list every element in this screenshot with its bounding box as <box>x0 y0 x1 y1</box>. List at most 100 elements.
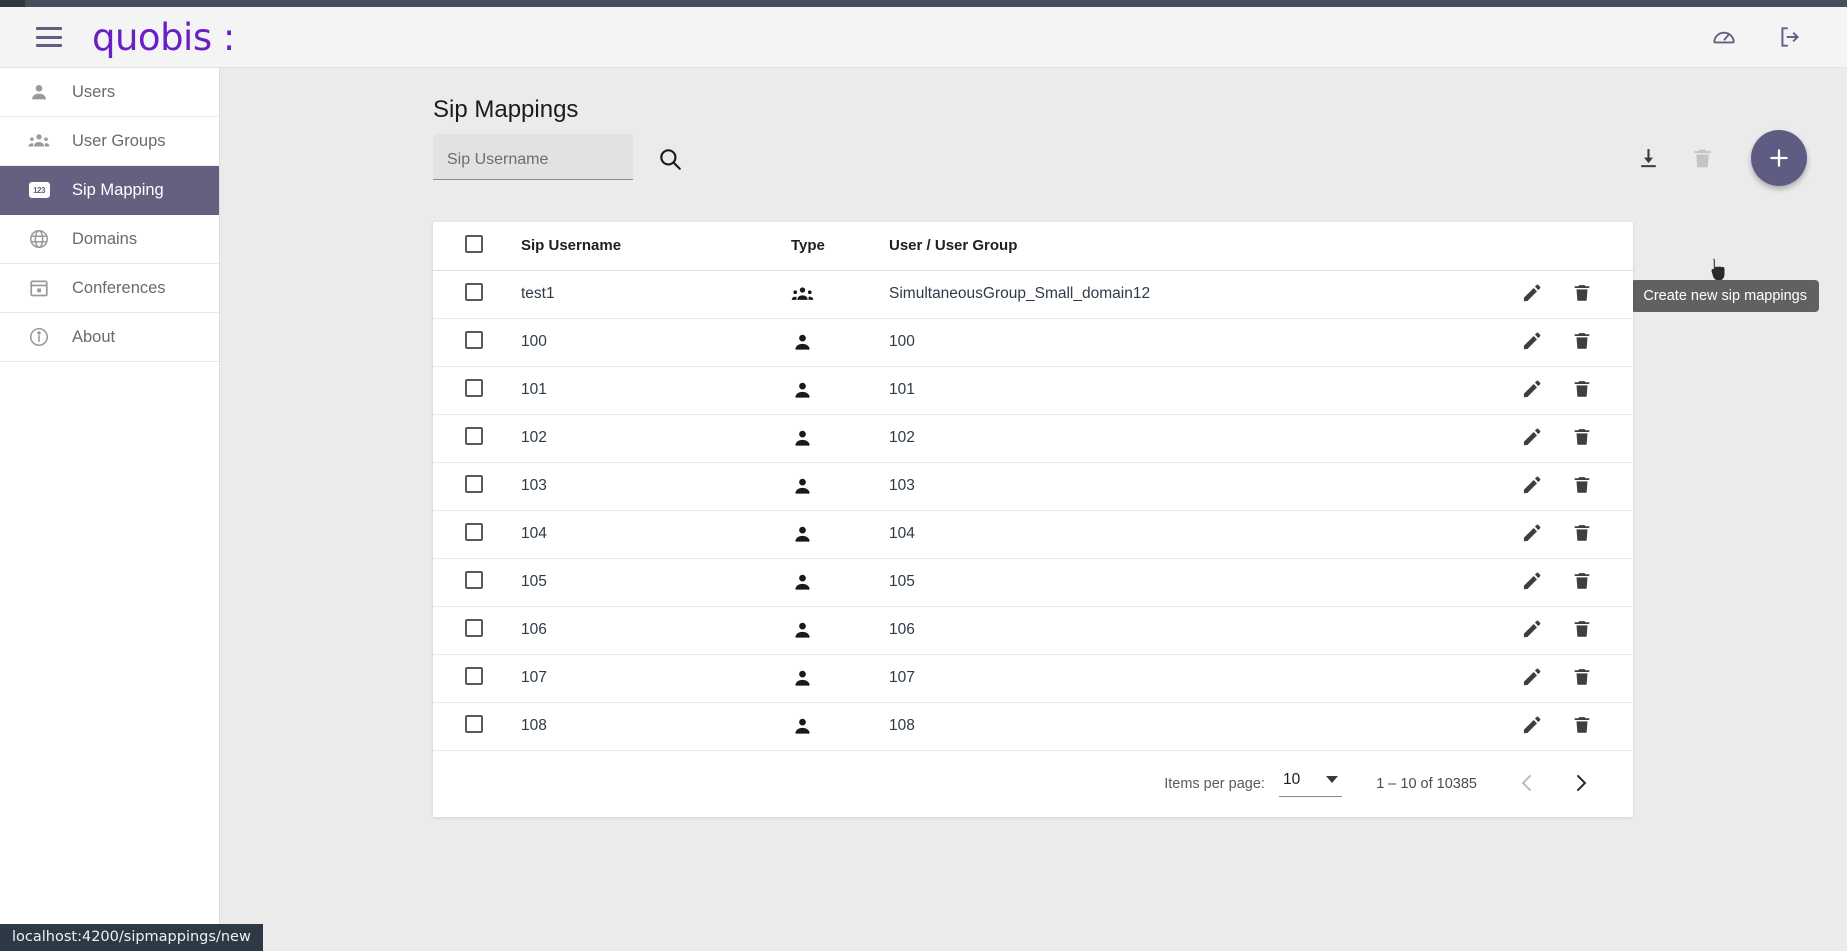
edit-row-button[interactable] <box>1521 570 1545 594</box>
cell-user-group: 104 <box>889 510 1483 559</box>
sidebar-item-label: Domains <box>72 229 138 248</box>
cell-actions <box>1483 510 1633 559</box>
delete-row-button[interactable] <box>1571 282 1595 306</box>
sidebar-item-user-groups[interactable]: User Groups <box>0 117 219 166</box>
calendar-icon <box>26 275 52 301</box>
sidebar-item-conferences[interactable]: Conferences <box>0 264 219 313</box>
delete-row-button[interactable] <box>1571 666 1595 690</box>
cell-type <box>791 654 889 703</box>
cell-user-group: 106 <box>889 606 1483 655</box>
hamburger-icon[interactable] <box>36 27 62 47</box>
edit-row-button[interactable] <box>1521 426 1545 450</box>
cell-user-group: 103 <box>889 462 1483 511</box>
download-button[interactable] <box>1621 131 1675 185</box>
edit-row-button[interactable] <box>1521 522 1545 546</box>
row-select-cell <box>433 654 521 703</box>
row-checkbox[interactable] <box>465 618 483 637</box>
cell-actions <box>1483 318 1633 367</box>
info-icon <box>26 324 52 350</box>
table-row[interactable]: 107 107 <box>433 654 1633 703</box>
table-row[interactable]: 101 101 <box>433 366 1633 415</box>
sidebar-item-domains[interactable]: Domains <box>0 215 219 264</box>
sidebar-item-about[interactable]: About <box>0 313 219 362</box>
cell-sip-username: 105 <box>521 558 791 607</box>
cell-sip-username: 100 <box>521 318 791 367</box>
delete-row-button[interactable] <box>1571 714 1595 738</box>
browser-tab-edge <box>0 0 25 7</box>
row-checkbox[interactable] <box>465 474 483 493</box>
page-title: Sip Mappings <box>433 96 579 123</box>
table-row[interactable]: 105 105 <box>433 558 1633 607</box>
row-checkbox[interactable] <box>465 330 483 349</box>
search-input[interactable]: Sip Username <box>433 134 633 180</box>
row-checkbox[interactable] <box>465 522 483 541</box>
edit-row-button[interactable] <box>1521 378 1545 402</box>
delete-row-button[interactable] <box>1571 378 1595 402</box>
search-icon[interactable] <box>657 146 685 174</box>
delete-row-button[interactable] <box>1571 522 1595 546</box>
person-icon <box>791 475 889 498</box>
next-page-button[interactable] <box>1569 771 1595 797</box>
sidebar-item-sip-mapping[interactable]: 123 Sip Mapping <box>0 166 219 215</box>
cell-type <box>791 414 889 463</box>
create-sip-mapping-button[interactable] <box>1751 130 1807 186</box>
chevron-down-icon <box>1326 776 1339 783</box>
dashboard-icon[interactable] <box>1709 22 1739 52</box>
row-select-cell <box>433 558 521 607</box>
row-checkbox[interactable] <box>465 666 483 685</box>
delete-row-button[interactable] <box>1571 474 1595 498</box>
group-icon <box>26 128 52 154</box>
table-row[interactable]: 106 106 <box>433 606 1633 655</box>
row-select-cell <box>433 318 521 367</box>
row-checkbox[interactable] <box>465 378 483 397</box>
table-row[interactable]: 108 108 <box>433 702 1633 751</box>
items-per-page-select[interactable]: 10 <box>1278 770 1343 797</box>
main-content: Sip Mappings Sip Username Create new sip… <box>221 68 1847 951</box>
cell-type <box>791 462 889 511</box>
edit-row-button[interactable] <box>1521 474 1545 498</box>
table-row[interactable]: test1 SimultaneousGroup_Small_domain12 <box>433 270 1633 319</box>
cell-actions <box>1483 462 1633 511</box>
edit-row-button[interactable] <box>1521 714 1545 738</box>
row-select-cell <box>433 462 521 511</box>
cell-actions <box>1483 606 1633 655</box>
sidebar-item-users[interactable]: Users <box>0 68 219 117</box>
row-select-cell <box>433 270 521 319</box>
column-actions <box>1483 222 1633 271</box>
select-all-checkbox[interactable] <box>465 234 483 253</box>
table-row[interactable]: 104 104 <box>433 510 1633 559</box>
table-row[interactable]: 103 103 <box>433 462 1633 511</box>
cell-sip-username: 106 <box>521 606 791 655</box>
delete-row-button[interactable] <box>1571 330 1595 354</box>
previous-page-button[interactable] <box>1515 771 1541 797</box>
row-checkbox[interactable] <box>465 570 483 589</box>
table-row[interactable]: 100 100 <box>433 318 1633 367</box>
cell-actions <box>1483 654 1633 703</box>
delete-row-button[interactable] <box>1571 426 1595 450</box>
cell-user-group: 105 <box>889 558 1483 607</box>
edit-row-button[interactable] <box>1521 666 1545 690</box>
items-per-page-label: Items per page: <box>1164 775 1265 792</box>
person-icon <box>791 427 889 450</box>
row-checkbox[interactable] <box>465 426 483 445</box>
items-per-page-value: 10 <box>1282 770 1301 788</box>
edit-row-button[interactable] <box>1521 618 1545 642</box>
search-toolbar: Sip Username <box>433 134 1633 194</box>
delete-row-button[interactable] <box>1571 570 1595 594</box>
cell-actions <box>1483 414 1633 463</box>
cell-sip-username: 103 <box>521 462 791 511</box>
row-checkbox[interactable] <box>465 282 483 301</box>
delete-row-button[interactable] <box>1571 618 1595 642</box>
row-checkbox[interactable] <box>465 714 483 733</box>
cell-type <box>791 702 889 751</box>
edit-row-button[interactable] <box>1521 282 1545 306</box>
sidebar-item-label: Conferences <box>72 278 166 297</box>
cell-type <box>791 558 889 607</box>
delete-selected-button[interactable] <box>1675 131 1729 185</box>
edit-row-button[interactable] <box>1521 330 1545 354</box>
row-select-cell <box>433 606 521 655</box>
logout-icon[interactable] <box>1775 22 1805 52</box>
paginator: Items per page: 10 1 – 10 of 10385 <box>433 750 1633 817</box>
table-row[interactable]: 102 102 <box>433 414 1633 463</box>
cell-actions <box>1483 558 1633 607</box>
